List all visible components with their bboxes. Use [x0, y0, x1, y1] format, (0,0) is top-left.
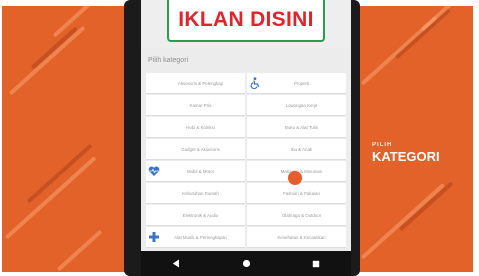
- category-icon: [146, 183, 162, 204]
- category-icon: [247, 95, 263, 116]
- category-item[interactable]: Elektronik & Audio: [146, 205, 245, 226]
- decor-stripe: [4, 156, 97, 240]
- category-label: Buku & Alat Tulis: [285, 124, 318, 130]
- category-icon: [146, 139, 162, 160]
- category-icon: [146, 205, 162, 226]
- category-item[interactable]: Hobi & Koleksi: [146, 117, 245, 138]
- category-label: Lowongan Kerja: [285, 102, 318, 108]
- category-icon: [247, 183, 263, 204]
- category-label: Properti: [293, 80, 310, 86]
- category-label: Hobi & Koleksi: [186, 124, 215, 130]
- pilih-kategori-caption: PILIH KATEGORI: [372, 142, 440, 163]
- caption-small-text: PILIH: [372, 142, 393, 148]
- decor-stripe: [360, 182, 446, 260]
- category-item[interactable]: Gadget & Aksesoris: [146, 139, 245, 160]
- category-item[interactable]: Kebutuhan Rumah: [146, 183, 245, 204]
- decor-stripe: [8, 25, 86, 96]
- category-label: Kebutuhan Rumah: [182, 190, 219, 196]
- category-icon: [146, 73, 162, 94]
- category-header: Pilih kategori: [148, 57, 189, 64]
- touch-indicator: [288, 171, 302, 185]
- category-icon: [247, 139, 263, 160]
- home-circle-icon: [242, 259, 250, 268]
- category-item[interactable]: Buku & Alat Tulis: [247, 117, 346, 138]
- category-label: Makanan & Minuman: [280, 168, 323, 174]
- category-label: Kesehatan & Kecantikan: [277, 234, 326, 240]
- category-item[interactable]: Mobil & Motor: [146, 161, 245, 182]
- category-label: Alat Musik & Perlengkapan: [174, 234, 227, 240]
- back-button[interactable]: [164, 255, 188, 273]
- video-frame: PILIH KATEGORI IKLAN DISINI Pilih katego…: [0, 0, 479, 276]
- category-label: Aksesoris & Pelengkap: [177, 80, 224, 86]
- ad-banner-text: IKLAN DISINI: [178, 8, 314, 31]
- heart-pulse-icon: [146, 161, 162, 182]
- decor-stripe: [26, 143, 93, 204]
- category-item[interactable]: Olahraga & Outdoor: [247, 205, 346, 226]
- phone-screen: IKLAN DISINI Pilih kategori Aksesoris & …: [141, 0, 351, 251]
- category-item[interactable]: Fashion & Pakaian: [247, 183, 346, 204]
- category-icon: [146, 95, 162, 116]
- recent-apps-button[interactable]: [304, 255, 328, 273]
- category-label: Fashion & Pakaian: [283, 190, 320, 196]
- category-item[interactable]: Properti: [247, 73, 346, 94]
- decor-stripe: [398, 181, 454, 232]
- category-label: Kamar Pria: [189, 102, 212, 108]
- decor-stripe: [394, 8, 451, 60]
- ad-banner-area: IKLAN DISINI: [141, 0, 351, 48]
- category-item[interactable]: Aksesoris & Pelengkap: [146, 73, 245, 94]
- home-button[interactable]: [234, 255, 258, 273]
- android-nav-bar: [141, 251, 351, 276]
- wheelchair-icon: [247, 73, 263, 94]
- category-item[interactable]: Kesehatan & Kecantikan: [247, 227, 346, 248]
- category-icon: [247, 117, 263, 138]
- category-label: Mobil & Motor: [186, 168, 215, 174]
- category-item[interactable]: Ibu & Anak: [247, 139, 346, 160]
- recent-square-icon: [312, 260, 320, 267]
- category-item[interactable]: Lowongan Kerja: [247, 95, 346, 116]
- category-label: Elektronik & Audio: [182, 212, 219, 218]
- category-label: Ibu & Anak: [290, 146, 313, 152]
- caption-big-text: KATEGORI: [372, 149, 440, 164]
- category-label: Olahraga & Outdoor: [281, 212, 322, 218]
- category-item[interactable]: Alat Musik & Perlengkapan: [146, 227, 245, 248]
- category-item[interactable]: Kamar Pria: [146, 95, 245, 116]
- category-icon: [247, 227, 263, 248]
- stethoscope-icon: [146, 227, 162, 248]
- category-icon: [247, 161, 263, 182]
- back-triangle-icon: [172, 259, 179, 268]
- decor-stripe: [56, 229, 103, 272]
- category-icon: [146, 117, 162, 138]
- ad-banner[interactable]: IKLAN DISINI: [167, 0, 325, 42]
- category-label: Gadget & Aksesoris: [181, 146, 220, 152]
- category-icon: [247, 205, 263, 226]
